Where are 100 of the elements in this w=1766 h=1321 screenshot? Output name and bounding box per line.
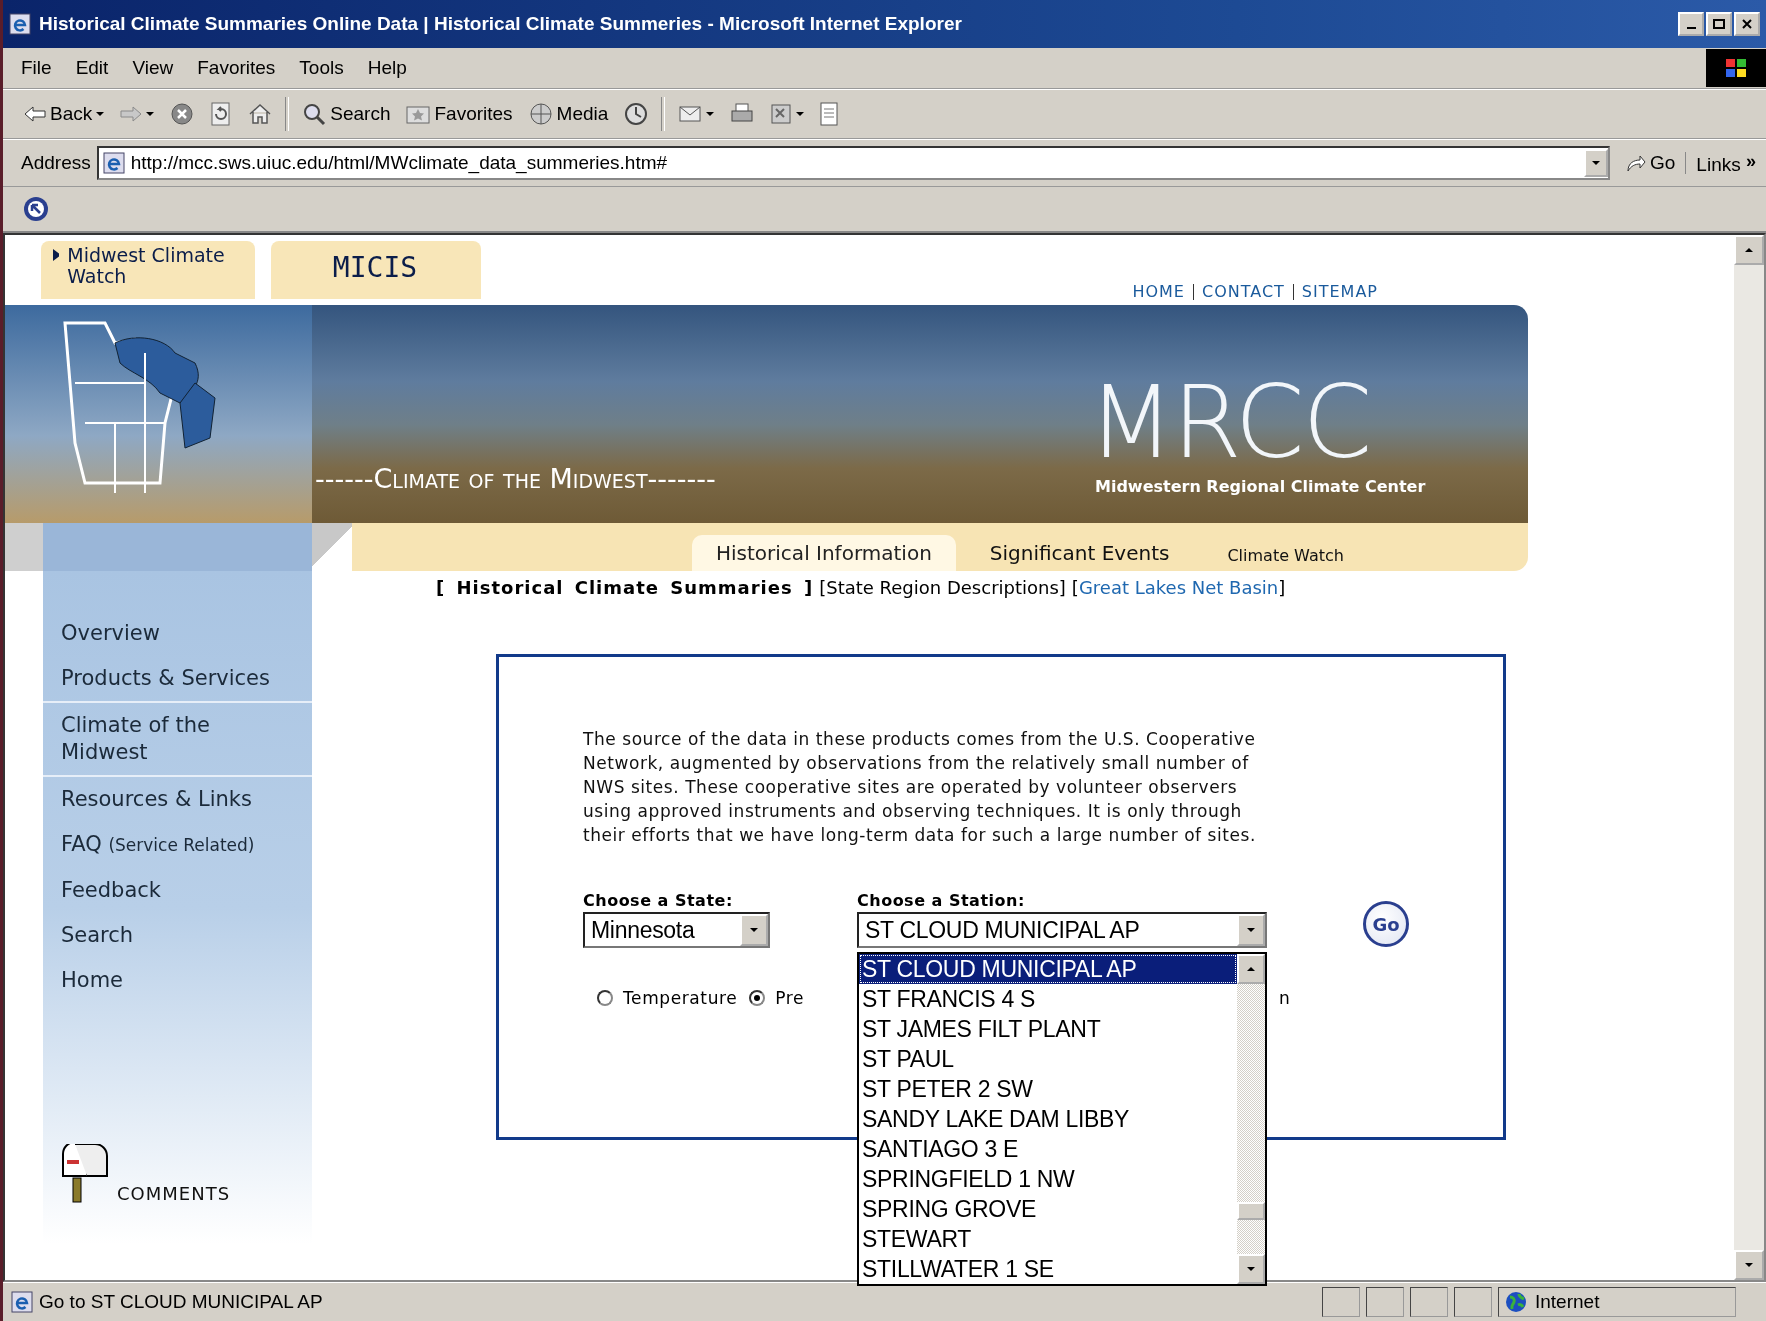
sidebar-link[interactable]: Resources & Links	[43, 777, 312, 822]
search-button[interactable]: Search	[299, 100, 394, 128]
menu-item[interactable]: Tools	[299, 57, 344, 79]
scroll-down-button[interactable]	[1237, 1254, 1265, 1284]
station-label: Choose a Station:	[857, 891, 1026, 910]
radio-option[interactable]: Temperature	[597, 988, 738, 1008]
menu-item[interactable]: Edit	[75, 57, 109, 79]
favorites-button[interactable]: Favorites	[403, 101, 516, 127]
status-panel	[1322, 1287, 1360, 1317]
section-tab[interactable]: Significant Events	[965, 535, 1194, 571]
address-field[interactable]: http://mcc.sws.uiuc.edu/html/MWclimate_data_summeries.htm#	[96, 146, 1610, 180]
menu-item[interactable]: File	[21, 57, 52, 79]
caret-icon	[1745, 1263, 1753, 1267]
state-label: Choose a State:	[583, 891, 734, 910]
page-icon	[102, 152, 125, 174]
subnav-link[interactable]: [State Region Descriptions]	[819, 577, 1066, 598]
go-button[interactable]: Go	[1616, 152, 1687, 174]
home-icon	[248, 102, 273, 126]
window-title: Historical Climate Summaries Online Data | Historical Climate Summeries - Microsoft Internet Explorer	[39, 13, 963, 35]
gutter-block	[5, 523, 43, 571]
caret-up-icon	[1745, 248, 1753, 252]
station-option[interactable]: SANDY LAKE DAM LIBBY	[859, 1104, 1237, 1134]
sidebar-link[interactable]: Overview	[43, 611, 312, 656]
star-folder-icon	[406, 103, 431, 125]
station-option[interactable]: ST FRANCIS 4 S	[859, 984, 1237, 1014]
station-select[interactable]: ST CLOUD MUNICIPAL AP	[857, 912, 1267, 948]
back-arrow-icon	[24, 105, 46, 123]
status-panel	[1410, 1287, 1448, 1317]
scroll-up-button[interactable]	[1237, 954, 1265, 984]
comments-link[interactable]: COMMENTS	[117, 1183, 231, 1204]
media-button[interactable]: Media	[525, 100, 612, 128]
address-label: Address	[21, 152, 91, 174]
forward-arrow-icon	[120, 105, 143, 123]
station-option[interactable]: ST CLOUD MUNICIPAL AP	[859, 954, 1237, 984]
minimize-button[interactable]	[1678, 12, 1704, 36]
radio-label-fragment: n	[1279, 988, 1291, 1008]
back-button[interactable]: Back	[21, 101, 108, 127]
close-button[interactable]	[1734, 12, 1760, 36]
close-icon	[1742, 19, 1752, 29]
banner-subtitle: Midwestern Regional Climate Center	[1095, 477, 1426, 496]
state-select[interactable]: Minnesota	[583, 912, 770, 948]
arrow-icon	[1626, 154, 1646, 172]
sidebar-link[interactable]: FAQ (Service Related)	[43, 822, 312, 868]
document-icon	[820, 102, 839, 126]
minimize-icon	[1686, 27, 1696, 29]
top-link[interactable]: HOME	[1132, 282, 1185, 301]
printer-icon	[730, 103, 755, 125]
arrow-circle-icon[interactable]	[23, 196, 49, 222]
history-icon	[624, 102, 649, 126]
media-icon	[528, 102, 553, 126]
top-link[interactable]: SITEMAP	[1301, 282, 1378, 301]
station-option[interactable]: STILLWATER 1 SE	[859, 1254, 1237, 1284]
radio-option[interactable]: Pre	[749, 988, 805, 1008]
site-tab[interactable]: Midwest Climate Watch	[41, 241, 255, 299]
sidebar-link[interactable]: Products & Services	[43, 656, 312, 703]
station-option[interactable]: SPRING GROVE	[859, 1194, 1237, 1224]
station-option[interactable]: SPRINGFIELD 1 NW	[859, 1164, 1237, 1194]
site-tab[interactable]: MICIS	[271, 241, 481, 299]
mailbox-icon	[59, 1144, 109, 1204]
status-panel	[1366, 1287, 1404, 1317]
caret-icon	[750, 928, 758, 932]
station-option[interactable]: SANTIAGO 3 E	[859, 1134, 1237, 1164]
caret-icon	[1247, 928, 1255, 932]
menu-item[interactable]: Favorites	[197, 57, 276, 79]
mail-icon	[678, 103, 703, 125]
windows-logo	[1706, 49, 1766, 87]
section-tab[interactable]: Climate Watch	[1203, 540, 1368, 571]
scroll-thumb[interactable]	[1237, 1202, 1265, 1220]
dropdown-button[interactable]	[1584, 149, 1608, 177]
menu-item[interactable]: View	[132, 57, 174, 79]
zone-label: Internet	[1535, 1291, 1600, 1313]
section-tab[interactable]: Historical Information	[692, 535, 956, 571]
banner-title: ------Climate of the Midwest-------	[315, 463, 716, 494]
station-option[interactable]: STEWART	[859, 1224, 1237, 1254]
browser-icon	[9, 13, 31, 35]
status-panel	[1454, 1287, 1492, 1317]
globe-icon	[1505, 1291, 1527, 1313]
subnav-link[interactable]: [ Historical Climate Summaries ]	[436, 577, 814, 598]
caret-up-icon	[1247, 967, 1255, 971]
station-option[interactable]: ST PAUL	[859, 1044, 1237, 1074]
maximize-icon	[1713, 19, 1725, 29]
sidebar-link[interactable]: Climate of the Midwest	[43, 703, 312, 777]
station-option[interactable]: ST PETER 2 SW	[859, 1074, 1237, 1104]
go-button[interactable]: Go	[1363, 901, 1409, 947]
sidebar-link[interactable]: Feedback	[43, 868, 312, 913]
status-text: Go to ST CLOUD MUNICIPAL AP	[39, 1291, 324, 1313]
stop-icon	[170, 102, 195, 126]
scroll-up-button[interactable]	[1734, 235, 1764, 265]
page-icon	[11, 1291, 33, 1313]
caret-icon	[1247, 1267, 1255, 1271]
sidebar-link[interactable]: Home	[43, 958, 312, 1003]
subnav-link[interactable]: [Great Lakes Net Basin]	[1071, 577, 1286, 598]
edit-page-icon	[770, 103, 793, 125]
sidebar-link[interactable]: Search	[43, 913, 312, 958]
search-icon	[302, 102, 327, 126]
menu-item[interactable]: Help	[367, 57, 407, 79]
station-option[interactable]: ST JAMES FILT PLANT	[859, 1014, 1237, 1044]
top-link[interactable]: CONTACT	[1201, 282, 1285, 301]
scroll-down-button[interactable]	[1734, 1250, 1764, 1280]
maximize-button[interactable]	[1706, 12, 1732, 36]
